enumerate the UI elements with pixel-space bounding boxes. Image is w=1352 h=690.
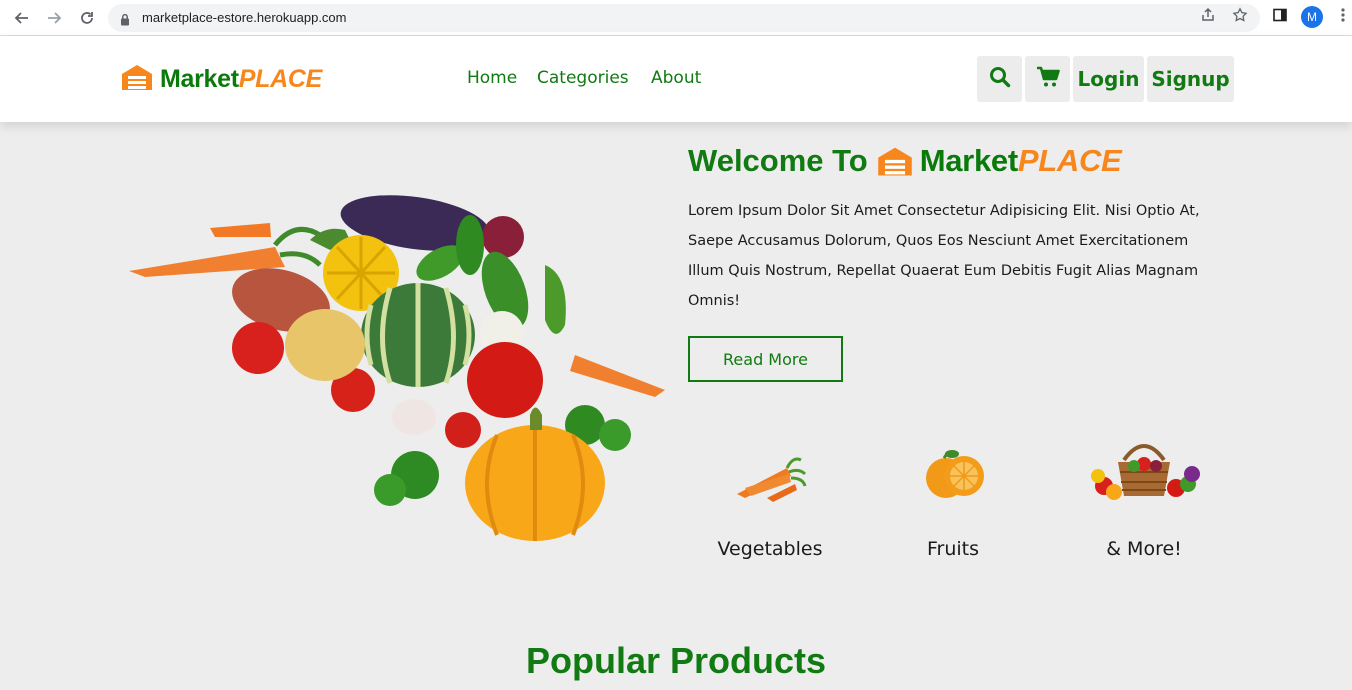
store-icon — [876, 145, 914, 177]
nav-about[interactable]: About — [651, 68, 701, 88]
welcome-prefix: Welcome To — [688, 143, 868, 178]
login-button[interactable]: Login — [1073, 56, 1144, 102]
category-more[interactable]: & More! — [1059, 430, 1229, 560]
category-label: Fruits — [926, 538, 980, 560]
nav-categories[interactable]: Categories — [537, 68, 629, 88]
popular-products-heading: Popular Products — [525, 640, 827, 681]
basket-icon — [1059, 430, 1229, 510]
oranges-icon — [868, 430, 1038, 510]
url-text: marketplace-estore.herokuapp.com — [142, 10, 347, 25]
bookmark-star-icon[interactable] — [1231, 6, 1249, 24]
reload-icon[interactable] — [75, 6, 99, 30]
profile-avatar[interactable]: M — [1301, 6, 1323, 28]
nav-home[interactable]: Home — [467, 68, 517, 88]
browser-toolbar: marketplace-estore.herokuapp.com M — [0, 0, 1352, 36]
welcome-heading: Welcome To MarketPLACE — [688, 143, 1122, 179]
welcome-logo-text: MarketPLACE — [919, 143, 1122, 178]
logo-text: MarketPLACE — [160, 64, 323, 93]
category-label: & More! — [1106, 538, 1182, 560]
address-bar[interactable]: marketplace-estore.herokuapp.com — [108, 4, 1260, 32]
side-panel-icon[interactable] — [1271, 6, 1289, 24]
signup-button[interactable]: Signup — [1147, 56, 1234, 102]
carrots-icon — [685, 430, 855, 510]
share-icon[interactable] — [1199, 6, 1217, 24]
read-more-button[interactable]: Read More — [688, 336, 843, 382]
search-button[interactable] — [977, 56, 1022, 102]
site-logo[interactable]: MarketPLACE — [120, 63, 322, 95]
cart-icon — [1036, 66, 1060, 93]
menu-dots-icon[interactable] — [1334, 6, 1352, 24]
hero-description: Lorem Ipsum Dolor Sit Amet Consectetur A… — [688, 203, 1200, 309]
store-icon — [120, 63, 154, 95]
search-icon — [989, 66, 1011, 93]
back-icon[interactable] — [10, 6, 34, 30]
cart-button[interactable] — [1025, 56, 1070, 102]
vegetables-hero-image — [125, 185, 670, 555]
category-vegetables[interactable]: Vegetables — [685, 430, 855, 560]
lock-icon — [120, 11, 130, 30]
site-header: MarketPLACE Home Categories About Login … — [0, 36, 1352, 122]
forward-icon[interactable] — [42, 6, 66, 30]
category-label: Vegetables — [717, 538, 823, 560]
category-fruits[interactable]: Fruits — [868, 430, 1038, 560]
